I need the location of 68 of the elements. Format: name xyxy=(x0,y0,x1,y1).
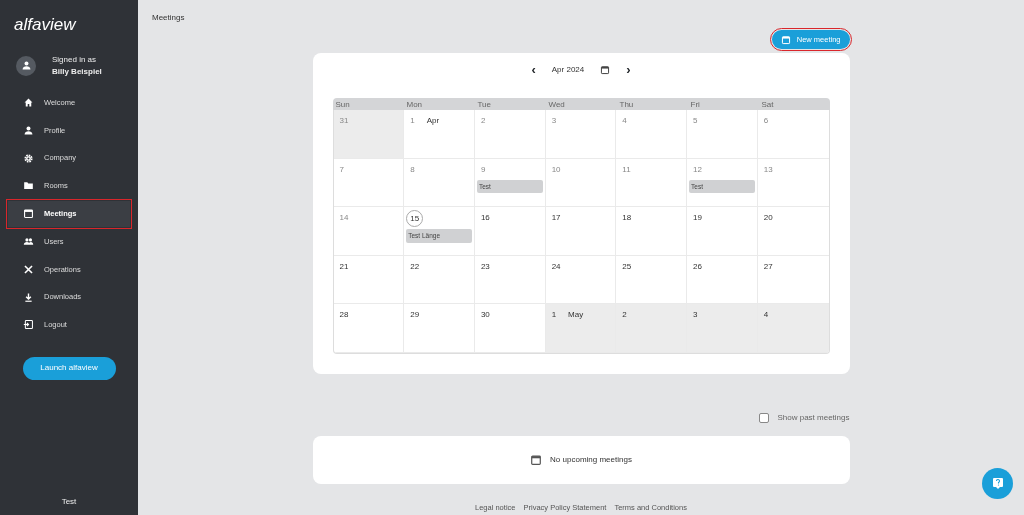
people-icon xyxy=(23,236,34,247)
day-number: 24 xyxy=(550,260,562,273)
day-number: 31 xyxy=(338,115,350,127)
weekday-header: Mon xyxy=(406,100,423,109)
day-number: 1 xyxy=(409,115,416,127)
day-number: 10 xyxy=(550,163,562,176)
logo: alfaview xyxy=(13,14,78,36)
weekday-header: Fri xyxy=(690,100,700,109)
next-month-button[interactable]: › xyxy=(626,63,631,76)
calendar-icon xyxy=(530,453,543,466)
settings-icon xyxy=(23,152,34,164)
day-number: 19 xyxy=(692,212,703,224)
home-icon xyxy=(23,97,34,108)
weekday-header: Sun xyxy=(335,100,350,109)
day-number: 29 xyxy=(409,309,421,321)
day-number: 9 xyxy=(479,163,487,176)
day-number: 11 xyxy=(621,163,632,176)
day-number: 2 xyxy=(479,115,487,127)
empty-message: No upcoming meetings xyxy=(550,453,632,466)
day-number: 23 xyxy=(479,260,491,273)
day-number: 8 xyxy=(409,163,416,176)
day-number: 20 xyxy=(762,212,774,224)
previous-month-button[interactable]: ‹ xyxy=(531,63,536,76)
folder-icon xyxy=(23,180,34,192)
day-number: 13 xyxy=(762,163,774,176)
logout-icon xyxy=(23,319,34,331)
signed-in-caption: Signed in as xyxy=(52,53,98,66)
calendar-icon xyxy=(23,208,34,220)
day-number: 14 xyxy=(338,212,350,224)
day-number: 25 xyxy=(621,260,633,273)
weekday-header: Thu xyxy=(619,100,634,109)
footer-text: Test xyxy=(61,497,77,506)
day-number: 4 xyxy=(762,309,770,321)
checkbox[interactable] xyxy=(759,412,770,423)
calendar-icon xyxy=(780,34,791,45)
day-number: 3 xyxy=(550,115,558,127)
day-number: 28 xyxy=(338,309,350,321)
person-icon xyxy=(23,124,34,136)
day-number: 17 xyxy=(550,212,562,224)
help-icon xyxy=(991,477,1004,490)
day-number: 27 xyxy=(762,260,774,273)
weekday-header: Wed xyxy=(548,100,565,109)
day-number: 12 xyxy=(692,163,703,176)
weekday-header: Sat xyxy=(761,100,774,109)
day-number: 22 xyxy=(409,260,421,273)
month-name: May xyxy=(568,309,584,321)
page-title: Meetings xyxy=(152,13,185,22)
help-button[interactable] xyxy=(982,468,1013,499)
day-number: 1 xyxy=(550,309,558,321)
person-icon xyxy=(20,60,32,71)
checkbox-label: Show past meetings xyxy=(777,411,850,424)
day-number: 3 xyxy=(692,309,699,321)
day-number: 21 xyxy=(338,260,350,273)
day-number: 16 xyxy=(479,212,491,224)
day-number: 26 xyxy=(692,260,703,273)
day-number: 7 xyxy=(338,163,345,176)
month-label: Apr 2024 xyxy=(551,63,585,76)
calendar-icon xyxy=(600,64,611,75)
day-number: 5 xyxy=(692,115,699,127)
download-icon xyxy=(23,291,34,303)
weekday-header: Tue xyxy=(477,100,491,109)
month-name: Apr xyxy=(426,115,440,127)
day-number: 4 xyxy=(621,115,628,127)
day-number: 18 xyxy=(621,212,633,224)
user-name: Billy Beispiel xyxy=(52,65,102,78)
day-number: 2 xyxy=(621,309,628,321)
day-number: 30 xyxy=(479,309,491,321)
day-number: 6 xyxy=(762,115,770,127)
